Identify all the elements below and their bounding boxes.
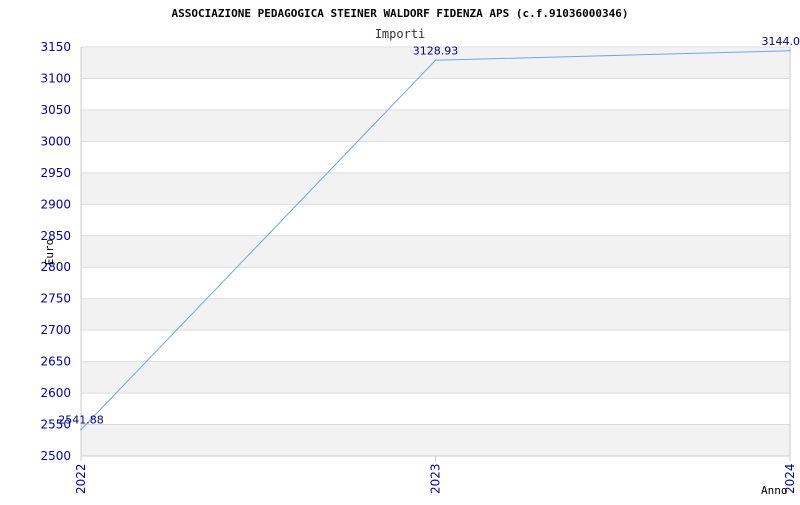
data-label: 2541.88 xyxy=(58,414,104,427)
plot-band xyxy=(81,110,790,141)
y-tick-label: 3150 xyxy=(40,40,71,54)
y-tick-label: 3050 xyxy=(40,103,71,117)
plot-bands xyxy=(81,47,790,456)
data-label: 3128.93 xyxy=(413,44,459,57)
chart-subtitle: Importi xyxy=(375,27,426,41)
y-axis-label: Euro xyxy=(43,239,56,266)
y-tick-label: 3000 xyxy=(40,134,71,148)
x-tick-label: 2022 xyxy=(74,463,88,494)
chart-title: ASSOCIAZIONE PEDAGOGICA STEINER WALDORF … xyxy=(172,7,629,20)
y-tick-label: 2650 xyxy=(40,355,71,369)
data-point xyxy=(435,59,437,61)
y-tick-label: 2950 xyxy=(40,166,71,180)
x-tick-label: 2023 xyxy=(429,463,443,494)
data-label: 3144.0 xyxy=(762,35,800,48)
y-tick-label: 2700 xyxy=(40,323,71,337)
line-chart: 2500255026002650270027502800285029002950… xyxy=(0,0,800,500)
x-tick-labels: 202220232024 xyxy=(74,456,797,494)
data-point xyxy=(789,50,791,52)
plot-band xyxy=(81,425,790,456)
plot-band xyxy=(81,362,790,393)
plot-band xyxy=(81,173,790,204)
plot-band xyxy=(81,236,790,267)
chart-root: 2500255026002650270027502800285029002950… xyxy=(0,0,800,500)
plot-band xyxy=(81,299,790,330)
y-tick-label: 2750 xyxy=(40,292,71,306)
y-tick-label: 2500 xyxy=(40,449,71,463)
y-tick-label: 3100 xyxy=(40,71,71,85)
y-tick-label: 2900 xyxy=(40,197,71,211)
x-axis-label: Anno xyxy=(761,484,788,497)
y-tick-label: 2600 xyxy=(40,386,71,400)
data-point xyxy=(80,429,82,431)
